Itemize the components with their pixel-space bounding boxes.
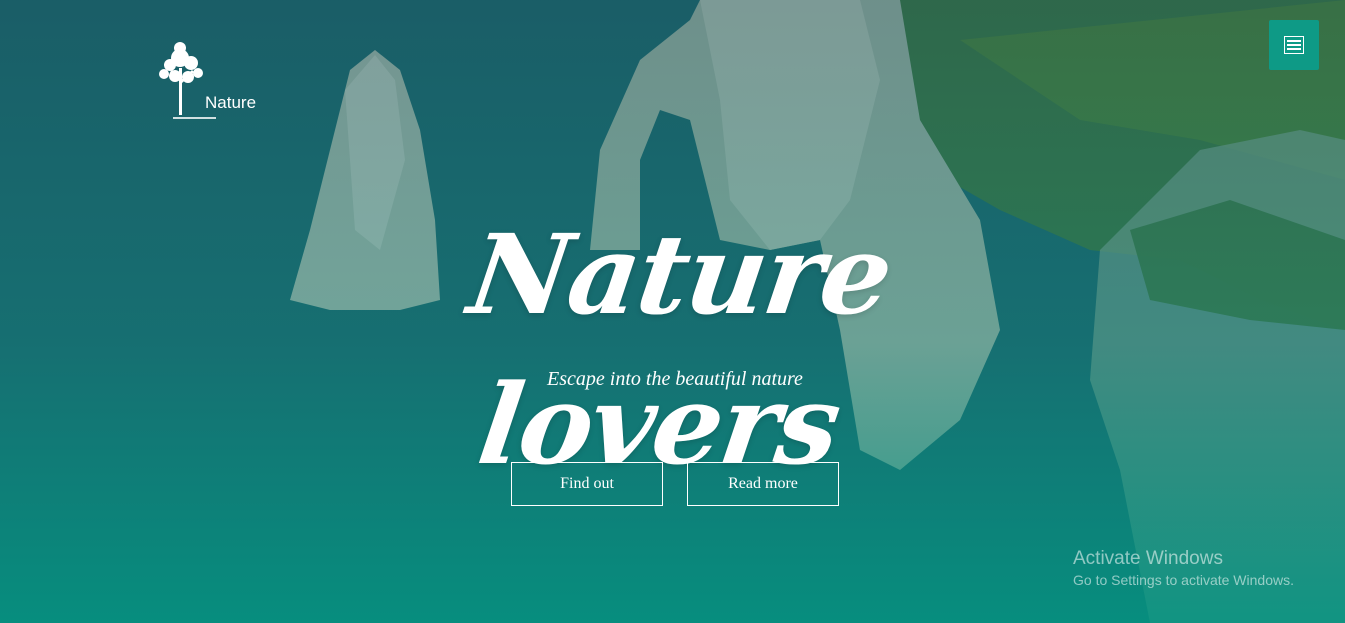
hamburger-menu-icon — [1284, 36, 1304, 54]
activate-windows-title: Activate Windows — [1073, 548, 1223, 569]
read-more-button[interactable]: Read more — [687, 462, 839, 506]
find-out-button[interactable]: Find out — [511, 462, 663, 506]
activate-windows-subtitle: Go to Settings to activate Windows. — [1073, 572, 1294, 588]
logo-text: Nature — [205, 93, 257, 112]
menu-button[interactable] — [1269, 20, 1319, 70]
hero-headline: Nature lovers — [461, 210, 899, 489]
hero-subtitle: Escape into the beautiful nature — [547, 368, 803, 390]
logo-underline — [173, 117, 216, 119]
activate-windows-watermark: Activate Windows Go to Settings to activ… — [1073, 548, 1294, 588]
